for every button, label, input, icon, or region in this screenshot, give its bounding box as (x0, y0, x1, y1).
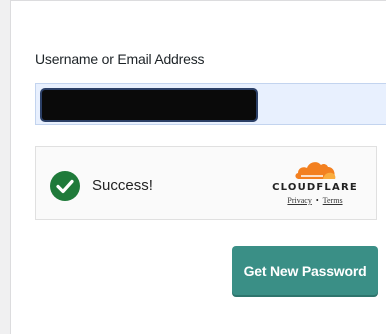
link-separator: • (315, 196, 319, 205)
cloudflare-turnstile-widget: Success! CLOUDFLARE Privacy • Terms (35, 146, 377, 220)
terms-link[interactable]: Terms (323, 196, 343, 205)
username-label: Username or Email Address (35, 51, 205, 67)
redacted-value (42, 90, 256, 120)
check-circle-icon (50, 171, 80, 201)
cloudflare-cloud-icon (295, 162, 336, 179)
verification-status: Success! (92, 177, 153, 194)
cloudflare-links: Privacy • Terms (270, 196, 360, 205)
username-input[interactable] (35, 83, 386, 125)
lost-password-form: Username or Email Address Success! CLOUD… (10, 0, 386, 334)
cloudflare-wordmark: CLOUDFLARE (272, 182, 358, 193)
privacy-link[interactable]: Privacy (287, 196, 311, 205)
cloudflare-logo: CLOUDFLARE Privacy • Terms (270, 159, 360, 209)
get-new-password-button[interactable]: Get New Password (232, 246, 378, 295)
